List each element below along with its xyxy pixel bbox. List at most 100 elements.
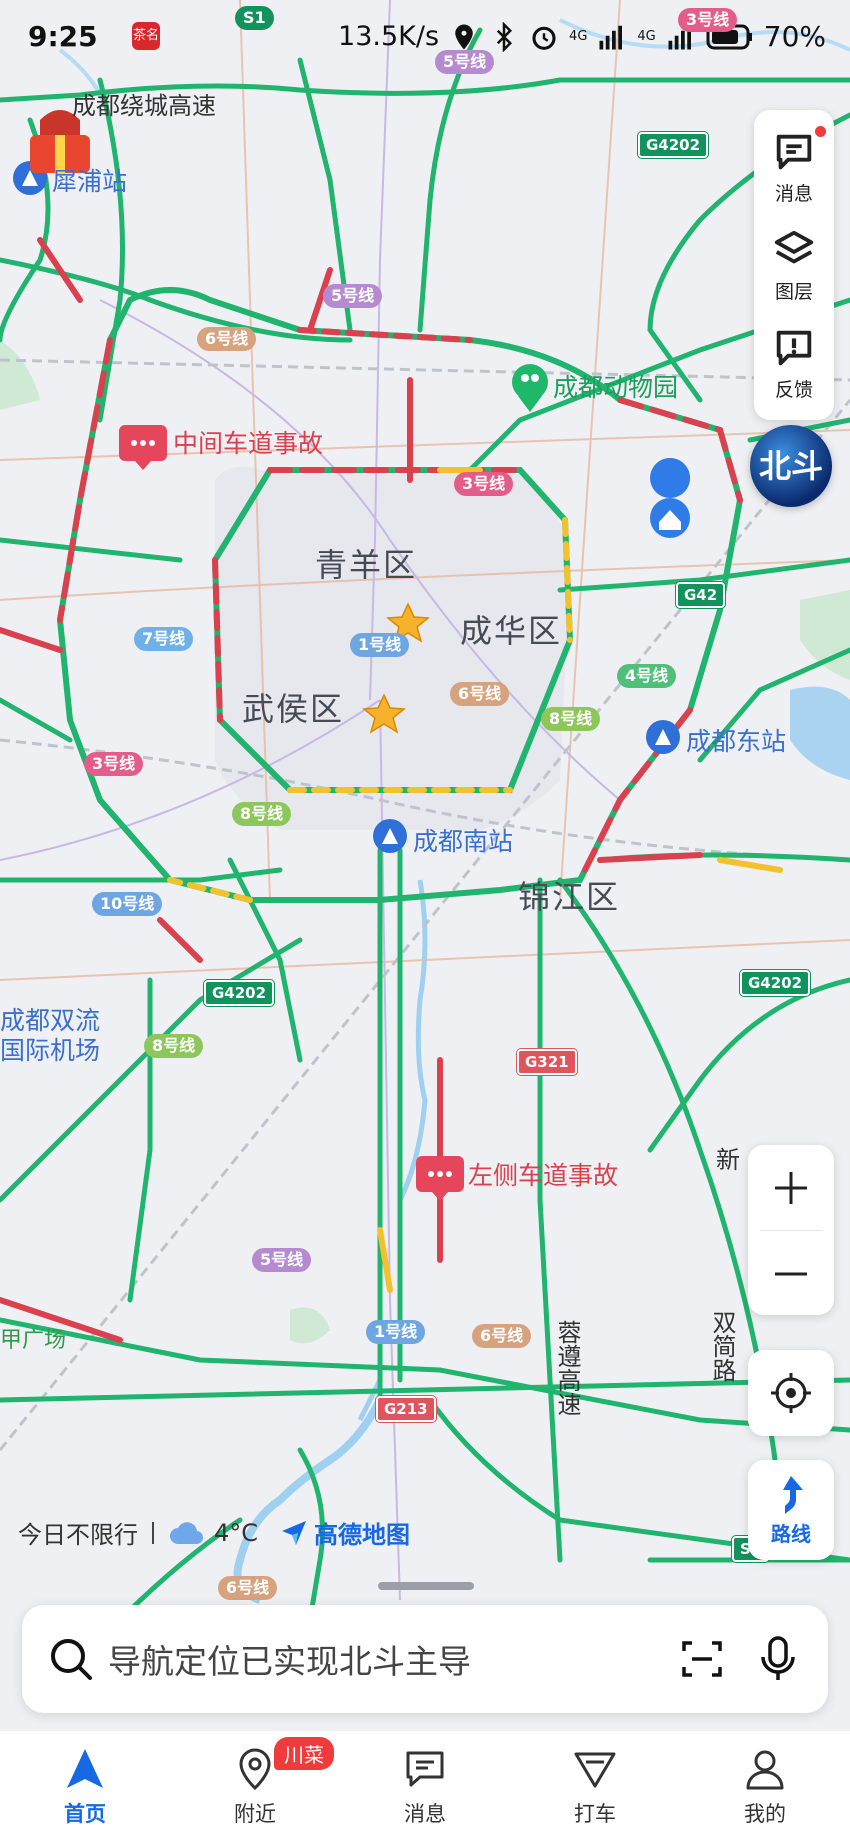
metro-line-1: 1号线 — [366, 1320, 426, 1344]
bottom-tab-bar: 首页 川菜 附近 消息 打车 我的 — [0, 1730, 850, 1843]
highway-g42: G42 — [676, 582, 726, 608]
tab-home[interactable]: 首页 — [0, 1731, 170, 1843]
layers-icon — [774, 230, 814, 263]
layers-label: 图层 — [774, 280, 813, 303]
airport-label[interactable]: 成都双流 国际机场 — [0, 1006, 100, 1066]
feedback-label: 反馈 — [774, 378, 813, 401]
metro-s1: S1 — [235, 6, 274, 30]
metro-line-5: 5号线 — [435, 50, 495, 74]
net-speed: 13.5K/s — [338, 21, 440, 52]
battery-level: 70% — [763, 20, 826, 53]
tab-nearby[interactable]: 川菜 附近 — [170, 1731, 340, 1843]
tab-messages-label: 消息 — [404, 1802, 446, 1826]
search-icon — [51, 1639, 92, 1680]
metro-line-6: 6号线 — [450, 682, 510, 706]
scan-icon[interactable] — [680, 1637, 724, 1681]
metro-line-3: 3号线 — [454, 472, 514, 496]
route-arrow-icon — [783, 1475, 803, 1514]
zoo-label[interactable]: 成都动物园 — [553, 368, 678, 404]
location-pin-icon — [239, 1748, 271, 1791]
layers-button[interactable]: 图层 — [754, 216, 834, 314]
metro-line-6: 6号线 — [218, 1576, 278, 1600]
tab-profile[interactable]: 我的 — [680, 1731, 850, 1843]
messages-label: 消息 — [774, 182, 813, 205]
feedback-icon — [776, 330, 812, 365]
district-qingyang: 青羊区 — [315, 546, 418, 584]
route-label: 路线 — [771, 1521, 811, 1546]
plus-icon — [775, 1171, 807, 1204]
metro-line-3: 3号线 — [678, 8, 738, 32]
metro-line-8: 8号线 — [232, 802, 292, 826]
district-chenghua: 成华区 — [460, 612, 563, 650]
metro-line-6: 6号线 — [197, 327, 257, 351]
metro-line-7: 7号线 — [134, 627, 194, 651]
highway-g4202: G4202 — [740, 970, 811, 996]
location-icon — [455, 24, 473, 49]
temperature: 4°C — [214, 1518, 259, 1547]
status-time: 9:25 — [28, 20, 98, 53]
incident-label-left-lane[interactable]: 左侧车道事故 — [468, 1156, 618, 1192]
network-type-2: 4G — [637, 29, 656, 44]
metro-line-1: 1号线 — [350, 633, 410, 657]
highway-g4202: G4202 — [204, 980, 275, 1006]
metro-line-3: 3号线 — [84, 752, 144, 776]
home-navigation-icon — [67, 1749, 103, 1788]
tab-nearby-label: 附近 — [234, 1802, 276, 1826]
chengdu-south-station-label[interactable]: 成都南站 — [413, 822, 513, 858]
plaza-label: 甲广场 — [0, 1328, 67, 1353]
road-label-new: 新 — [716, 1146, 740, 1174]
tab-taxi[interactable]: 打车 — [510, 1731, 680, 1843]
highway-g4202: G4202 — [638, 132, 709, 158]
zoom-in-button[interactable] — [748, 1145, 834, 1230]
highway-g213: G213 — [376, 1396, 436, 1422]
metro-line-10: 10号线 — [92, 892, 163, 916]
tab-messages[interactable]: 消息 — [340, 1731, 510, 1843]
tab-home-label: 首页 — [64, 1802, 106, 1826]
messages-button[interactable]: 消息 — [754, 118, 834, 216]
metro-line-5: 5号线 — [323, 284, 383, 308]
metro-line-6: 6号线 — [472, 1324, 532, 1348]
ring-road-label: 成都绕城高速 — [72, 92, 216, 120]
metro-line-8: 8号线 — [541, 707, 601, 731]
highway-g321: G321 — [517, 1049, 577, 1075]
amap-brand: 高德地图 — [314, 1521, 411, 1549]
alarm-icon — [532, 26, 556, 50]
tab-profile-label: 我的 — [744, 1802, 786, 1826]
taxi-icon — [574, 1752, 616, 1788]
traffic-restriction-text[interactable]: 今日不限行 — [18, 1515, 138, 1550]
search-bar[interactable]: 导航定位已实现北斗主导 — [22, 1605, 828, 1713]
incident-label-middle-lane[interactable]: 中间车道事故 — [173, 424, 323, 460]
nearby-badge: 川菜 — [274, 1737, 334, 1770]
signal-icon — [599, 25, 623, 49]
search-input[interactable]: 导航定位已实现北斗主导 — [108, 1635, 680, 1683]
message-icon — [776, 134, 812, 169]
user-icon — [746, 1750, 784, 1790]
bluetooth-icon — [496, 21, 513, 52]
map-info-bar: 今日不限行 4°C 高德地图 — [18, 1515, 410, 1550]
district-jinjiang: 锦江区 — [518, 878, 621, 916]
beidou-badge-button[interactable]: 北斗 — [750, 425, 832, 507]
microphone-icon[interactable] — [758, 1635, 798, 1683]
chat-icon — [406, 1751, 444, 1787]
locate-me-button[interactable] — [748, 1350, 834, 1436]
zoom-out-button[interactable] — [748, 1231, 834, 1316]
sheet-grabber[interactable] — [378, 1582, 474, 1590]
tab-taxi-label: 打车 — [574, 1802, 616, 1826]
district-wuhou: 武侯区 — [242, 690, 345, 728]
pixian-station-label[interactable]: 犀浦站 — [52, 162, 127, 198]
rongzun-highway-label: 蓉遵高速 — [553, 1320, 581, 1416]
chengdu-east-station-label[interactable]: 成都东站 — [686, 722, 786, 758]
route-button[interactable]: 路线 — [748, 1460, 834, 1560]
feedback-button[interactable]: 反馈 — [754, 314, 834, 412]
minus-icon — [775, 1272, 807, 1275]
amap-logo-icon — [282, 1520, 307, 1545]
shuangjian-road-label: 双简路 — [708, 1310, 736, 1382]
crosshair-icon — [771, 1373, 811, 1413]
zoom-control — [748, 1145, 834, 1315]
cloud-icon — [170, 1521, 204, 1544]
network-type-1: 4G — [569, 29, 588, 44]
beidou-label: 北斗 — [758, 447, 823, 485]
unread-dot — [815, 126, 826, 137]
metro-line-5: 5号线 — [252, 1248, 312, 1272]
map-canvas[interactable] — [0, 0, 850, 1842]
